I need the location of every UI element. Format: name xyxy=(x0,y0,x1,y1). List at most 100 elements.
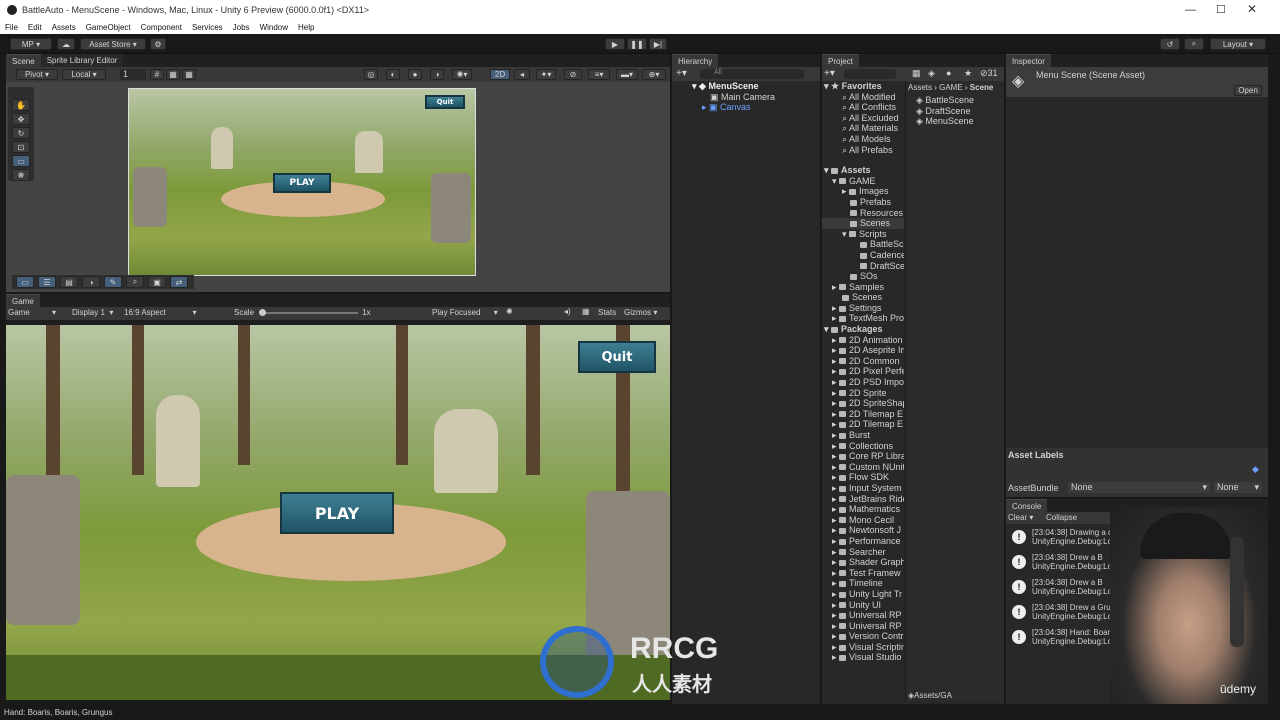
overlay-search-icon[interactable]: ⌕ xyxy=(126,276,144,288)
package-item[interactable]: ▸ Performance xyxy=(822,536,904,547)
package-item[interactable]: ▸ Universal RP xyxy=(822,621,904,632)
package-item[interactable]: ▸ Collections xyxy=(822,441,904,452)
tab-scene[interactable]: Scene xyxy=(6,54,41,67)
transform-tool-icon[interactable]: ❋ xyxy=(12,169,30,181)
keyboard-icon[interactable]: ▦ xyxy=(582,307,590,316)
grid-value[interactable]: 1 xyxy=(120,69,146,80)
favorites-header[interactable]: ▾ ★ Favorites xyxy=(822,81,904,92)
settings-icon[interactable]: ⚙ xyxy=(150,38,166,50)
maximize-icon[interactable]: ☐ xyxy=(1216,3,1226,16)
breadcrumb-assets[interactable]: Assets xyxy=(908,83,932,92)
scene-quit-button[interactable]: Quit xyxy=(425,95,465,109)
overlay-light-icon[interactable]: ◑ xyxy=(82,276,100,288)
overlay-sprite-icon[interactable]: ☰ xyxy=(38,276,56,288)
game-play-button[interactable]: PLAY xyxy=(280,492,394,534)
project-search-input[interactable] xyxy=(844,69,896,79)
package-item[interactable]: ▸ Test Framew xyxy=(822,568,904,579)
mute-audio-icon[interactable]: ◂) xyxy=(564,307,571,316)
overlay-grid-icon[interactable]: ▤ xyxy=(60,276,78,288)
package-item[interactable]: ▸ 2D PSD Impo xyxy=(822,377,904,388)
menu-jobs[interactable]: Jobs xyxy=(228,23,255,32)
package-item[interactable]: ▸ 2D Pixel Perfe xyxy=(822,366,904,377)
folder-item[interactable]: ▸ Samples xyxy=(822,282,904,293)
shading-icon[interactable]: ◎ xyxy=(364,69,378,80)
overlay-rect-icon[interactable]: ▭ xyxy=(16,276,34,288)
package-item[interactable]: ▸ Shader Graph xyxy=(822,557,904,568)
packages-header[interactable]: ▾ Packages xyxy=(822,324,904,335)
step-button[interactable]: ▶| xyxy=(649,38,667,50)
favorite-item[interactable]: ⌕ All Models xyxy=(822,134,904,145)
favorite-item[interactable]: ⌕ All Modified xyxy=(822,92,904,103)
favorite-item[interactable]: ⌕ All Conflicts xyxy=(822,102,904,113)
menu-file[interactable]: File xyxy=(0,23,23,32)
folder-item[interactable]: BattleSc xyxy=(822,239,904,250)
package-item[interactable]: ▸ JetBrains Ride xyxy=(822,494,904,505)
toggle-2d-button[interactable]: 2D xyxy=(490,69,510,80)
package-item[interactable]: ▸ Mathematics xyxy=(822,504,904,515)
favorite-item[interactable]: ⌕ All Materials xyxy=(822,123,904,134)
gizmos-icon[interactable]: ⊕▾ xyxy=(642,69,666,80)
folder-game[interactable]: ▾ GAME xyxy=(822,176,904,187)
hierarchy-add-button[interactable]: +▾ xyxy=(676,68,687,79)
package-item[interactable]: ▸ 2D Tilemap E xyxy=(822,419,904,430)
package-item[interactable]: ▸ Core RP Libra xyxy=(822,451,904,462)
display-dropdown[interactable]: Display 1 ▾ xyxy=(72,308,113,317)
shaded-icon[interactable]: ● xyxy=(408,69,422,80)
grid-visibility-icon[interactable]: ▦ xyxy=(166,69,180,80)
overlay-brush-icon[interactable]: ✎ xyxy=(104,276,122,288)
grid-settings-icon[interactable]: ▦ xyxy=(182,69,196,80)
folder-item[interactable]: ▸ Settings xyxy=(822,303,904,314)
folder-scripts[interactable]: ▾ Scripts xyxy=(822,229,904,240)
package-item[interactable]: ▸ Timeline xyxy=(822,578,904,589)
stats-button[interactable]: Stats xyxy=(598,308,616,317)
package-item[interactable]: ▸ Version Contr xyxy=(822,631,904,642)
rotate-tool-icon[interactable]: ↻ xyxy=(12,127,30,139)
hierarchy-search-input[interactable]: All xyxy=(700,69,804,79)
hidden-objects-icon[interactable]: ⊘ xyxy=(564,69,582,80)
package-item[interactable]: ▸ 2D Aseprite Im xyxy=(822,345,904,356)
variant-dropdown[interactable]: None ▾ xyxy=(1214,482,1262,493)
package-item[interactable]: ▸ 2D Tilemap E xyxy=(822,409,904,420)
package-item[interactable]: ▸ Visual Scriptin xyxy=(822,642,904,653)
tag-icon[interactable]: ◈ xyxy=(928,68,935,79)
info-icon[interactable]: ● xyxy=(946,68,951,78)
menu-window[interactable]: Window xyxy=(255,23,293,32)
menu-help[interactable]: Help xyxy=(293,23,319,32)
breadcrumb-game[interactable]: GAME xyxy=(939,83,963,92)
tab-sprite-library[interactable]: Sprite Library Editor xyxy=(40,54,124,67)
hand-tool-icon[interactable]: ✋ xyxy=(12,99,30,111)
folder-item[interactable]: DraftSce xyxy=(822,261,904,272)
aspect-dropdown[interactable]: 16:9 Aspect ▾ xyxy=(124,308,197,317)
file-item[interactable]: ◈ MenuScene xyxy=(916,116,1004,127)
package-item[interactable]: ▸ Visual Studio xyxy=(822,652,904,663)
favorite-item[interactable]: ⌕ All Prefabs xyxy=(822,145,904,156)
tab-game[interactable]: Game xyxy=(6,294,40,307)
file-item[interactable]: ◈ DraftScene xyxy=(916,106,1004,117)
hierarchy-scene-row[interactable]: ▾ ◆ MenuScene xyxy=(692,81,816,92)
cloud-icon[interactable]: ☁ xyxy=(57,38,75,50)
wireframe-icon[interactable]: ◐ xyxy=(386,69,400,80)
package-item[interactable]: ▸ Mono Cecil xyxy=(822,515,904,526)
scale-tool-icon[interactable]: ⊡ xyxy=(12,141,30,153)
assetbundle-dropdown[interactable]: None ▾ xyxy=(1068,482,1210,493)
package-item[interactable]: ▸ Universal RP xyxy=(822,610,904,621)
folder-item[interactable]: SOs xyxy=(822,271,904,282)
menu-assets[interactable]: Assets xyxy=(47,23,81,32)
clear-dropdown[interactable]: Clear ▾ xyxy=(1008,513,1033,522)
package-item[interactable]: ▸ 2D Sprite xyxy=(822,388,904,399)
package-item[interactable]: ▸ Custom NUnit xyxy=(822,462,904,473)
tab-console[interactable]: Console xyxy=(1006,499,1048,512)
overlay-layer-icon[interactable]: ▣ xyxy=(148,276,166,288)
package-item[interactable]: ▸ Newtonsoft J xyxy=(822,525,904,536)
folder-item-selected[interactable]: Scenes xyxy=(822,218,904,229)
layout-button[interactable]: Layout ▾ xyxy=(1210,38,1266,50)
overlay-swap-icon[interactable]: ⇄ xyxy=(170,276,188,288)
fx-icon[interactable]: ✦▾ xyxy=(536,69,556,80)
star-icon[interactable]: ★ xyxy=(964,68,972,79)
breadcrumb-scene[interactable]: Scene xyxy=(970,83,994,92)
project-add-button[interactable]: +▾ xyxy=(824,68,835,79)
package-item[interactable]: ▸ Unity Light Tr xyxy=(822,589,904,600)
game-quit-button[interactable]: Quit xyxy=(578,341,656,373)
game-settings-icon[interactable]: ✺ xyxy=(506,307,513,316)
label-tag-icon[interactable]: ◆ xyxy=(1252,464,1259,475)
